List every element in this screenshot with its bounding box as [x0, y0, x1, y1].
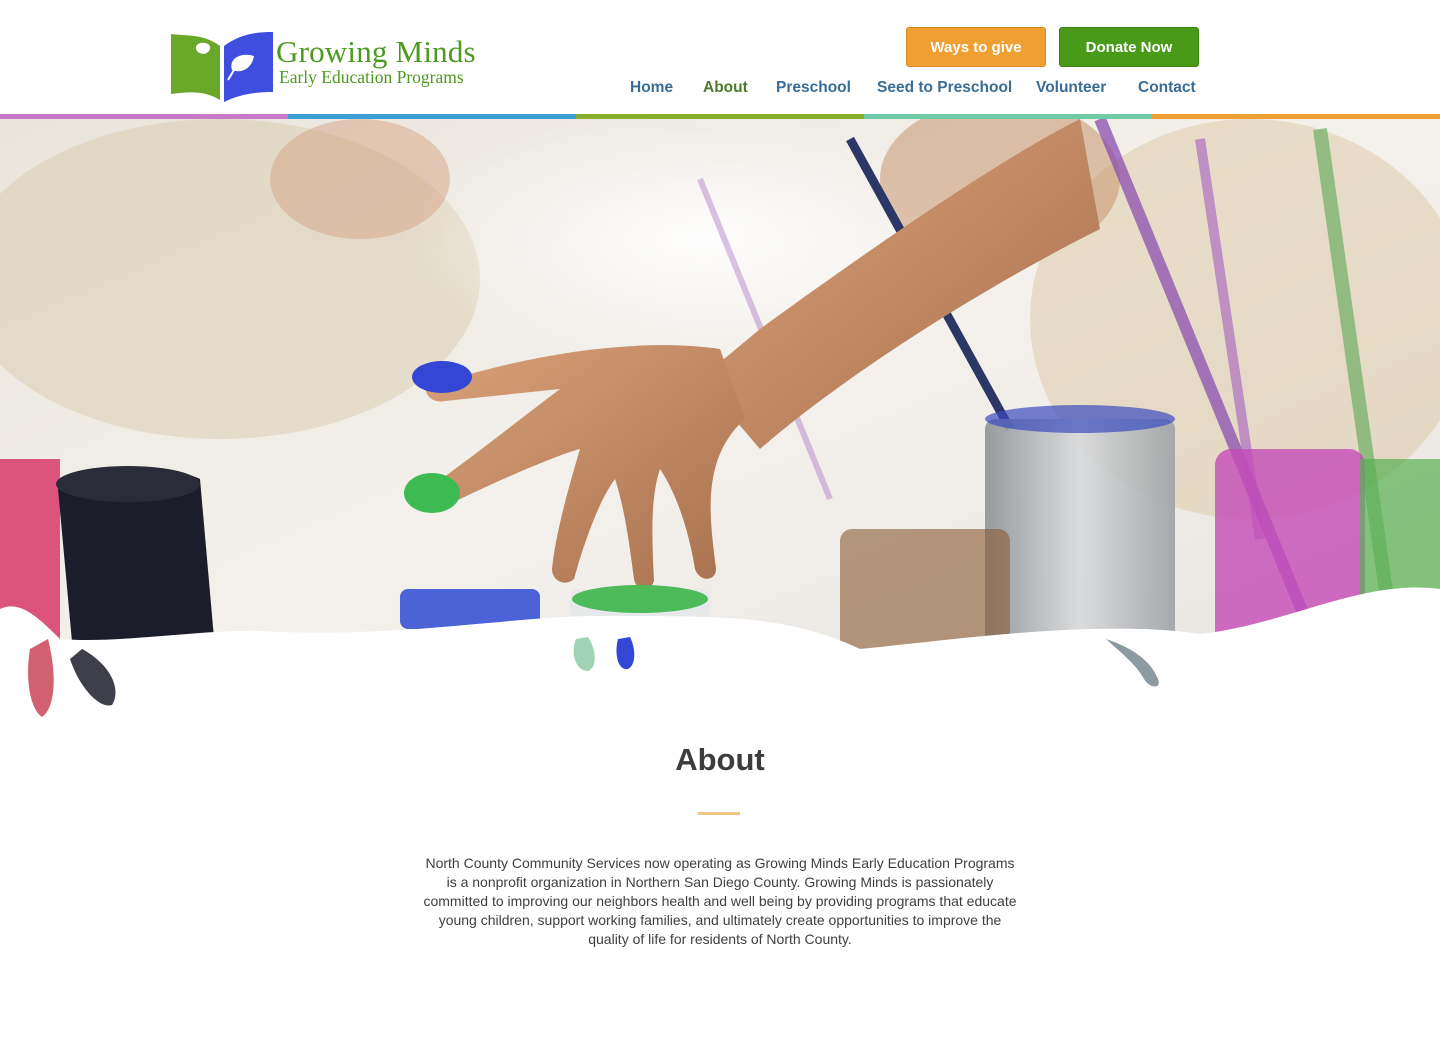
about-title: About [675, 742, 765, 777]
hero-image [0, 119, 1440, 729]
nav-item-volunteer[interactable]: Volunteer [1036, 79, 1106, 97]
hero-painting-illustration [0, 119, 1440, 729]
about-title-underline [698, 812, 740, 815]
ways-to-give-button[interactable]: Ways to give [906, 27, 1046, 67]
nav-item-about[interactable]: About [703, 79, 748, 97]
logo-title: Growing Minds [276, 34, 476, 69]
nav-item-home[interactable]: Home [630, 79, 673, 97]
donate-now-button[interactable]: Donate Now [1059, 27, 1199, 67]
nav-item-seed-to-preschool[interactable]: Seed to Preschool [877, 79, 1012, 97]
main-nav: Home About Preschool Seed to Preschool V… [0, 79, 1440, 101]
site-header: Growing Minds Early Education Programs W… [0, 0, 1440, 114]
nav-item-preschool[interactable]: Preschool [776, 79, 851, 97]
about-body-text: North County Community Services now oper… [423, 855, 1017, 947]
nav-item-contact[interactable]: Contact [1138, 79, 1196, 97]
